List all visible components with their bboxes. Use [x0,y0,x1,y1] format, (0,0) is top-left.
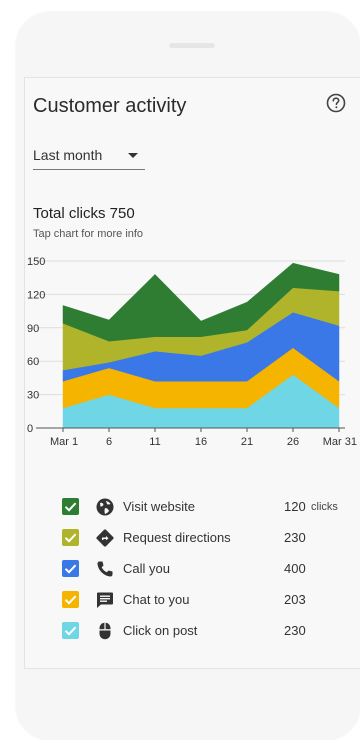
y-tick-label: 150 [27,256,45,268]
x-tick-label: Mar 31 [323,436,357,448]
globe-icon [95,497,115,517]
chevron-down-icon [128,153,138,158]
directions-icon [95,528,115,548]
legend-value: 230 [284,623,306,638]
checkbox-request-directions[interactable] [62,529,79,546]
legend-label: Visit website [123,499,196,514]
legend-label: Chat to you [123,592,190,607]
mouse-icon [95,621,115,641]
x-tick-label: 11 [149,436,160,448]
checkbox-click-on-post[interactable] [62,622,79,639]
x-tick-label: 26 [287,436,299,448]
legend-value: 203 [284,592,306,607]
y-tick-label: 120 [27,289,45,301]
legend-label: Click on post [123,623,198,638]
legend-row-chat-to-you[interactable]: Chat to you 203 [62,590,352,621]
legend-value: 120 [284,499,306,514]
x-tick-label: Mar 1 [50,436,78,448]
chart-legend: Visit website 120 clicks Request directi… [62,497,352,652]
help-icon[interactable] [326,93,346,113]
chart-hint: Tap chart for more info [33,228,144,240]
legend-row-visit-website[interactable]: Visit website 120 clicks [62,497,352,528]
legend-row-click-on-post[interactable]: Click on post 230 [62,621,352,652]
y-tick-label: 0 [27,423,33,435]
activity-chart[interactable]: 0 30 60 90 120 150 Mar 1 6 11 16 21 26 Mar 31 [0,250,360,480]
y-tick-label: 90 [27,323,39,335]
legend-value: 400 [284,561,306,576]
legend-row-request-directions[interactable]: Request directions 230 [62,528,352,559]
period-dropdown-label: Last month [33,147,103,163]
x-tick-label: 16 [195,436,207,448]
phone-icon [95,559,115,579]
period-dropdown[interactable]: Last month [33,145,145,170]
x-tick-label: 21 [241,436,253,448]
checkbox-call-you[interactable] [62,560,79,577]
card-title: Customer activity [33,95,187,117]
legend-unit: clicks [311,501,338,513]
phone-speaker [169,43,215,48]
checkbox-chat-to-you[interactable] [62,591,79,608]
chat-icon [95,590,115,610]
legend-value: 230 [284,530,306,545]
x-tick-label: 6 [106,436,112,448]
y-tick-label: 30 [27,390,39,402]
legend-row-call-you[interactable]: Call you 400 [62,559,352,590]
y-tick-label: 60 [27,356,39,368]
checkbox-visit-website[interactable] [62,498,79,515]
legend-label: Call you [123,561,170,576]
legend-label: Request directions [123,530,231,545]
total-clicks: Total clicks 750 [33,205,135,222]
